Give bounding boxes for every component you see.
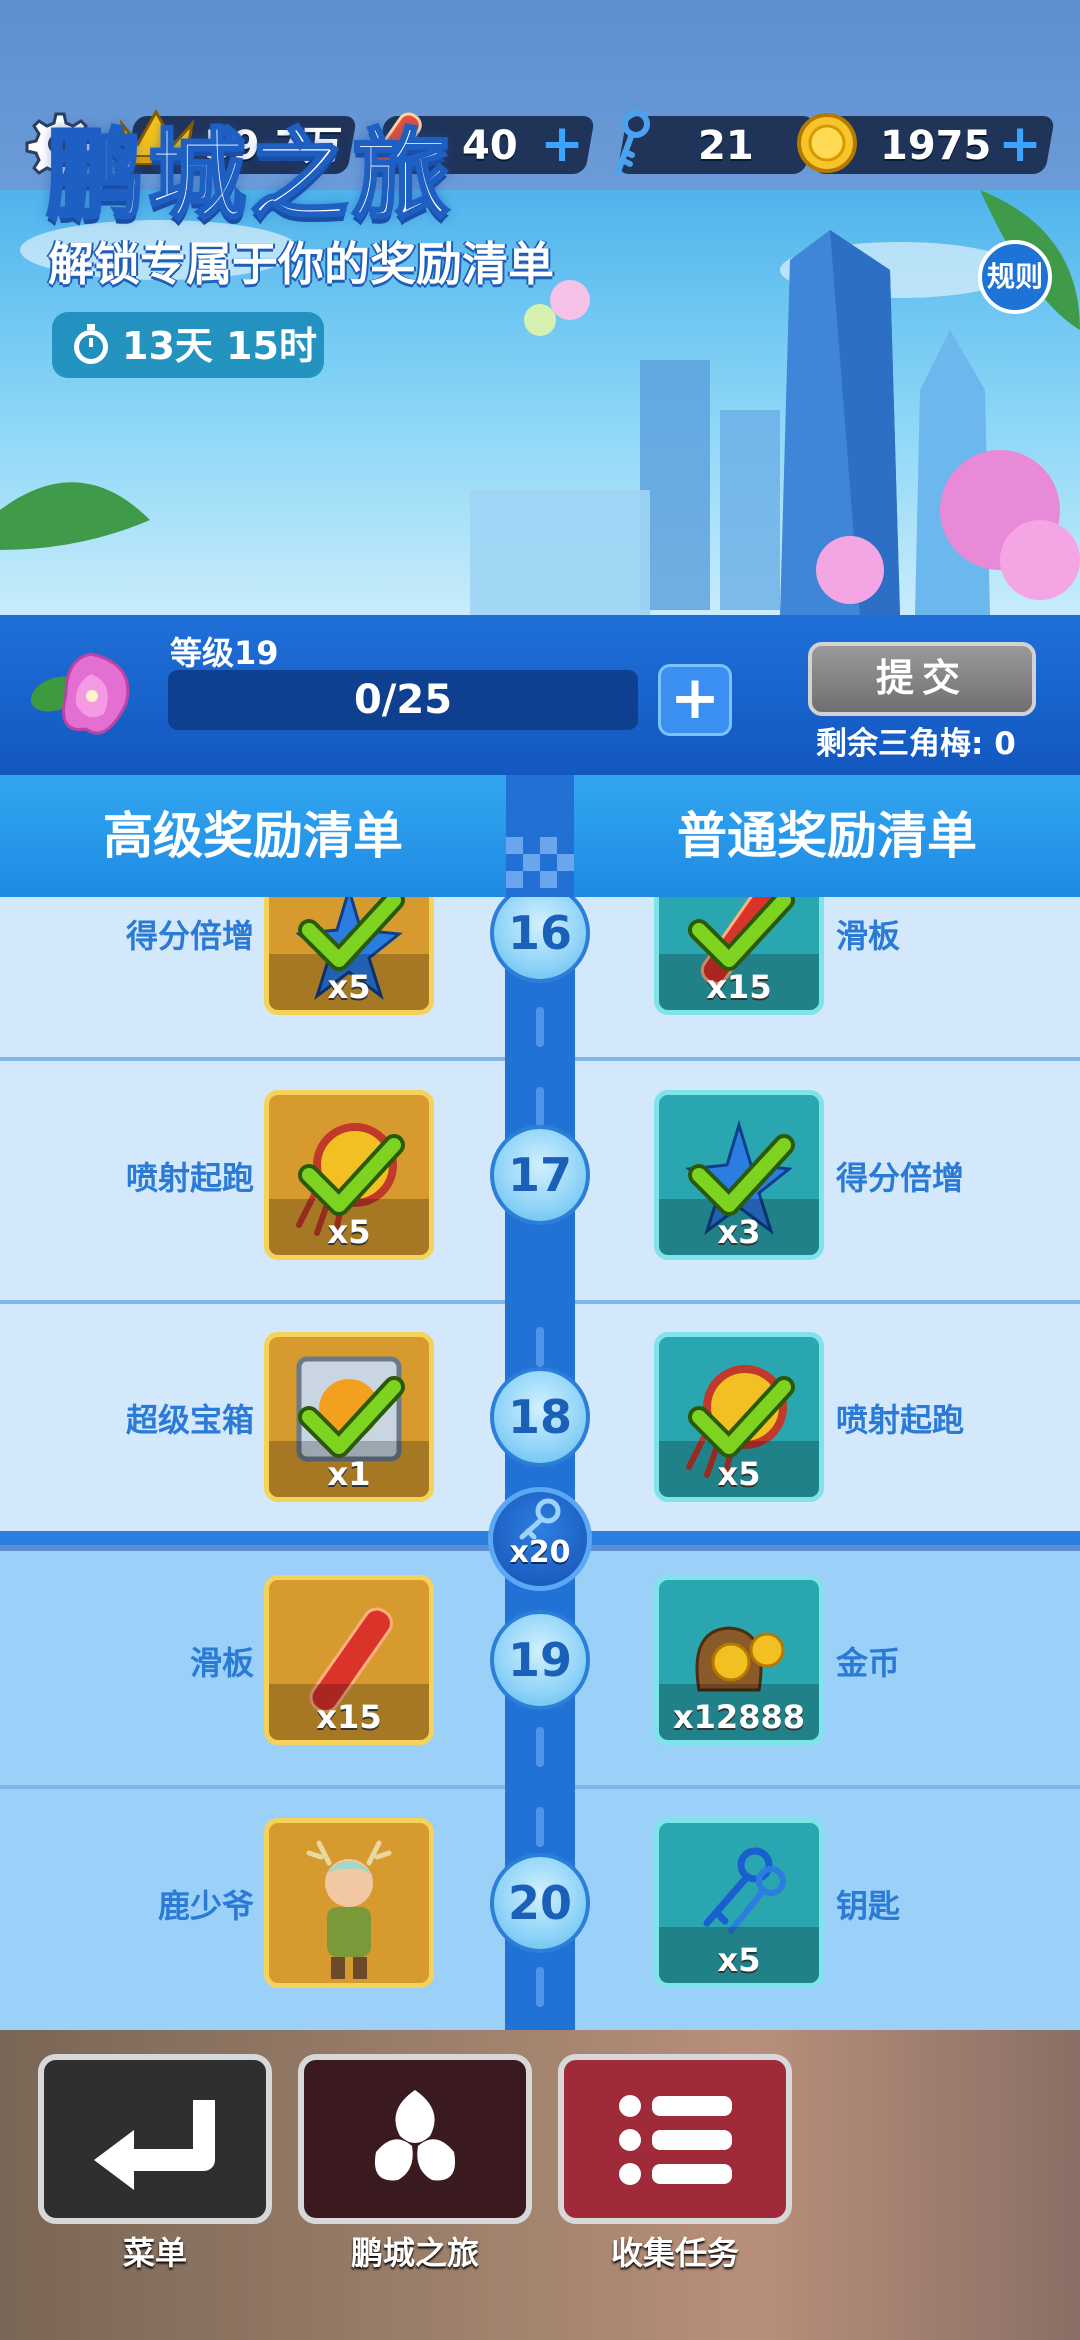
bougainvillea-flower-icon <box>374 2090 456 2181</box>
premium-reward-card[interactable]: x5 <box>264 1090 434 1260</box>
rules-button[interactable]: 规则 <box>978 240 1052 314</box>
premium-reward-card[interactable] <box>264 1818 434 1988</box>
reward-qty: x5 <box>717 1455 761 1493</box>
premium-reward-label: 喷射起跑 <box>125 1159 254 1197</box>
add-bougainvillea-button[interactable]: + <box>658 664 732 736</box>
level-node: 18 <box>490 1367 590 1467</box>
premium-reward-card[interactable]: x1 <box>264 1332 434 1502</box>
track-dash <box>536 1967 544 2007</box>
track-dash <box>536 1727 544 1767</box>
track-dash <box>536 1327 544 1367</box>
bougainvillea-icon <box>30 652 130 735</box>
reward-qty: x5 <box>327 1213 371 1251</box>
normal-reward-card[interactable]: x15 <box>654 897 824 1015</box>
premium-reward-label: 鹿少爷 <box>157 1887 254 1925</box>
board-value: 40 <box>462 123 518 169</box>
reward-list[interactable]: 得分倍增 x5 16 x15 滑板 喷射起跑 x5 17 x3 得分倍增 超级宝… <box>0 897 1080 2030</box>
level-node: 20 <box>490 1853 590 1953</box>
stopwatch-icon <box>74 324 108 364</box>
premium-reward-card[interactable]: x5 <box>264 897 434 1015</box>
normal-reward-label: 金币 <box>836 1644 901 1682</box>
remaining-bougainvillea: 剩余三角梅: 0 <box>816 726 1016 762</box>
normal-reward-card[interactable]: x5 <box>654 1332 824 1502</box>
event-title: 鹏城之旅 <box>44 118 455 235</box>
timer-text: 13天 15时 <box>122 324 317 368</box>
normal-reward-label: 钥匙 <box>836 1887 901 1925</box>
level-node: 19 <box>490 1610 590 1710</box>
return-arrow-icon <box>94 2100 215 2190</box>
reward-qty: x12888 <box>673 1698 805 1736</box>
normal-reward-card[interactable]: x12888 <box>654 1575 824 1745</box>
premium-reward-card[interactable]: x15 <box>264 1575 434 1745</box>
reward-qty: x5 <box>717 1941 761 1979</box>
track-dash <box>536 1807 544 1847</box>
premium-list-header: 高级奖励清单 <box>0 775 506 897</box>
level-label: 等级19 <box>170 634 279 672</box>
key-milestone-qty: x20 <box>509 1535 571 1570</box>
track-dash <box>536 1007 544 1047</box>
submit-button[interactable]: 提交 <box>808 642 1036 716</box>
journey-label: 鹏城之旅 <box>350 2234 479 2272</box>
collect-tasks-label: 收集任务 <box>610 2234 739 2272</box>
premium-reward-label: 超级宝箱 <box>125 1401 254 1439</box>
menu-button[interactable] <box>38 2054 272 2224</box>
reward-qty: x5 <box>327 968 371 1006</box>
journey-button[interactable] <box>298 2054 532 2224</box>
menu-label: 菜单 <box>122 2234 187 2272</box>
add-coin-button[interactable]: + <box>996 118 1044 170</box>
normal-reward-label: 滑板 <box>836 917 901 955</box>
normal-reward-label: 喷射起跑 <box>836 1401 965 1439</box>
normal-reward-label: 得分倍增 <box>836 1159 965 1197</box>
track-header <box>506 775 574 897</box>
character-icon <box>306 1840 392 1979</box>
normal-reward-card[interactable]: x3 <box>654 1090 824 1260</box>
level-progress-text: 0/25 <box>353 677 453 723</box>
reward-qty: x15 <box>316 1698 382 1736</box>
event-subtitle: 解锁专属于你的奖励清单 <box>48 237 554 291</box>
premium-reward-label: 滑板 <box>189 1644 254 1682</box>
level-node: 17 <box>490 1125 590 1225</box>
coin-icon <box>797 113 857 173</box>
normal-list-header: 普通奖励清单 <box>574 775 1080 897</box>
premium-reward-label: 得分倍增 <box>125 917 254 955</box>
key-value: 21 <box>698 123 754 169</box>
key-icon <box>615 110 650 175</box>
reward-qty: x1 <box>327 1455 371 1493</box>
add-board-button[interactable]: + <box>538 118 586 170</box>
checker-pattern <box>506 837 574 888</box>
track-dash <box>536 1087 544 1127</box>
reward-qty: x15 <box>706 968 772 1006</box>
collect-tasks-button[interactable] <box>558 2054 792 2224</box>
list-icon <box>619 2095 732 2185</box>
coin-value: 1975 <box>880 123 992 169</box>
reward-qty: x3 <box>717 1213 761 1251</box>
normal-reward-card[interactable]: x5 <box>654 1818 824 1988</box>
